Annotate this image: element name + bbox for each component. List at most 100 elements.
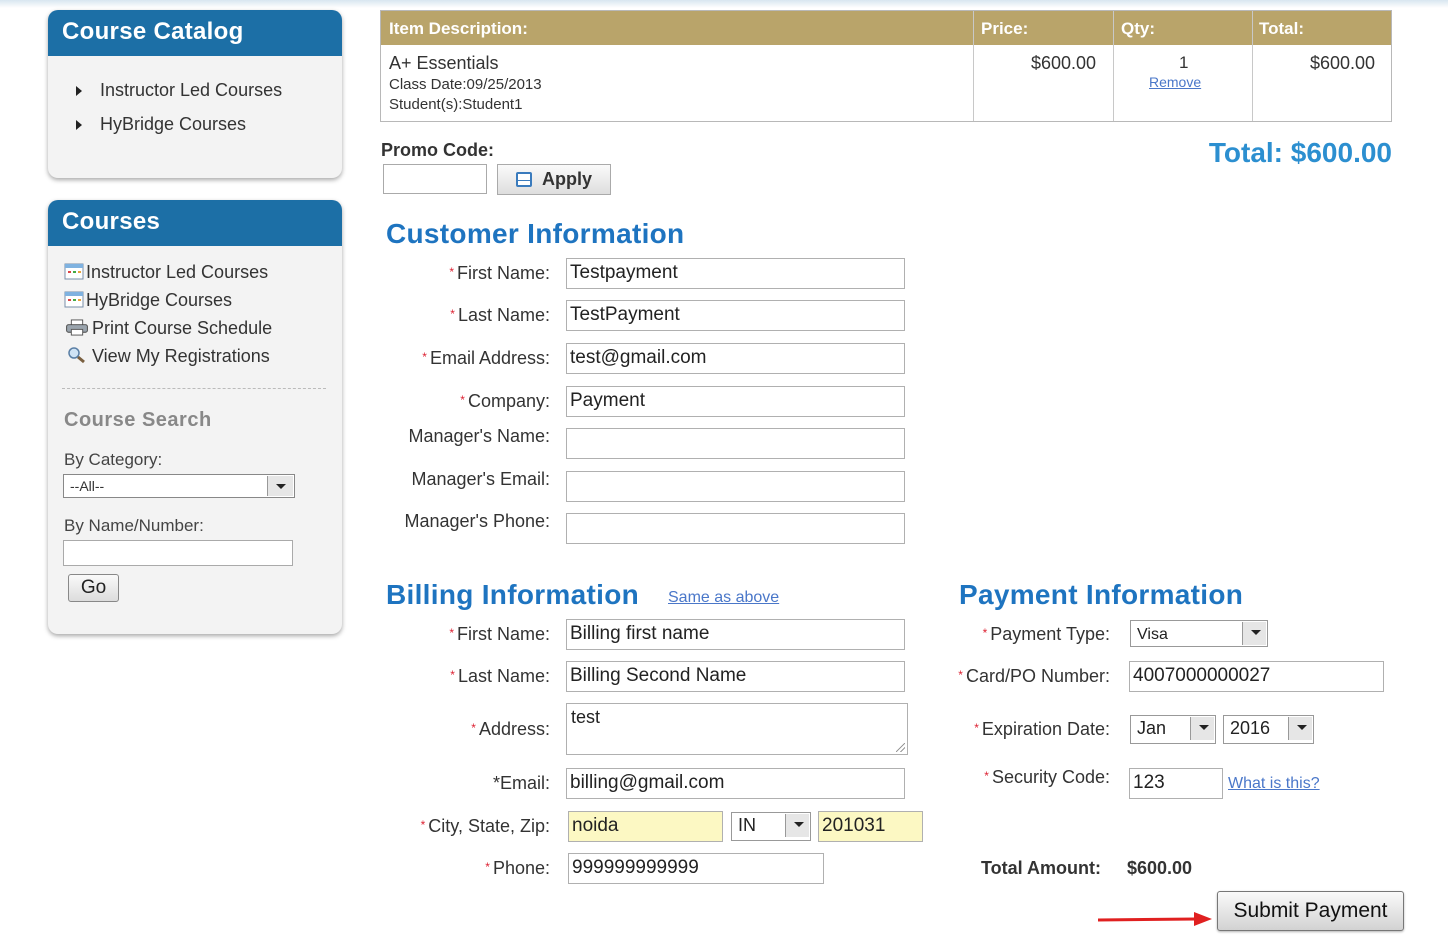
manager-name-input[interactable]	[566, 428, 905, 459]
chevron-down-icon[interactable]	[1190, 717, 1214, 740]
billing-state-select[interactable]: IN	[731, 812, 811, 841]
required-star: *	[450, 307, 455, 321]
promo-code-input[interactable]	[383, 164, 487, 194]
required-star: *	[460, 393, 465, 407]
customer-company-input[interactable]: Payment	[566, 386, 905, 417]
customer-first-name-label: * First Name:	[449, 263, 550, 284]
red-arrow-icon	[1098, 912, 1212, 926]
apply-button-label: Apply	[542, 169, 593, 189]
required-star: *	[982, 626, 988, 640]
card-number-label: * Card/PO Number:	[958, 666, 1110, 687]
required-star: *	[485, 860, 490, 874]
item-qty: 1	[1179, 53, 1189, 72]
manager-phone-input[interactable]	[566, 513, 905, 544]
billing-zip-input[interactable]: 201031	[818, 811, 923, 842]
promo-code-label: Promo Code:	[381, 140, 495, 160]
courses-link-print-schedule[interactable]: Print Course Schedule	[64, 318, 272, 339]
top-border	[0, 0, 1448, 8]
courses-link-label: Print Course Schedule	[92, 318, 273, 338]
remove-link[interactable]: Remove	[1149, 74, 1201, 90]
billing-phone-label: * Phone:	[485, 858, 550, 879]
customer-email-input[interactable]: test@gmail.com	[566, 343, 905, 374]
courses-link-hybridge[interactable]: HyBridge Courses	[64, 290, 232, 311]
required-star: *	[449, 265, 454, 279]
manager-email-input[interactable]	[566, 471, 905, 502]
customer-last-name-label: * Last Name:	[450, 305, 550, 326]
category-select[interactable]: --All--	[63, 474, 295, 498]
label-text: Card/PO Number:	[965, 666, 1110, 686]
chevron-down-icon[interactable]	[267, 476, 293, 496]
go-button[interactable]: Go	[68, 574, 119, 602]
courses-panel: Courses Instructor Led Courses HyBridge …	[48, 200, 342, 634]
courses-link-label: View My Registrations	[92, 346, 270, 366]
billing-email-label: *Email:	[492, 773, 550, 793]
col-header-total: Total:	[1259, 19, 1305, 38]
catalog-link-label: Instructor Led Courses	[100, 80, 283, 100]
label-text: Payment Type:	[990, 624, 1110, 644]
apply-button[interactable]: Apply	[497, 164, 611, 195]
cart-header-row: Item Description: Price: Qty: Total:	[381, 11, 1391, 45]
billing-email-input[interactable]: billing@gmail.com	[566, 768, 905, 799]
catalog-link-hybridge[interactable]: HyBridge Courses	[76, 114, 246, 135]
manager-phone-label: Manager's Phone:	[404, 511, 550, 531]
item-class-date: Class Date:09/25/2013	[389, 76, 542, 93]
billing-address-textarea[interactable]: test	[566, 703, 908, 755]
catalog-link-label: HyBridge Courses	[100, 114, 247, 134]
course-catalog-panel: Course Catalog Instructor Led Courses Hy…	[48, 10, 342, 178]
state-value: IN	[738, 815, 756, 835]
table-row: A+ Essentials Class Date:09/25/2013 Stud…	[381, 45, 1391, 123]
save-disk-icon	[516, 172, 532, 187]
courses-link-view-registrations[interactable]: View My Registrations	[64, 346, 270, 367]
billing-last-name-input[interactable]: Billing Second Name	[566, 661, 905, 692]
what-is-this-link[interactable]: What is this?	[1228, 775, 1320, 793]
label-text: First Name:	[456, 624, 550, 644]
required-star: *	[449, 626, 454, 640]
billing-last-name-label: * Last Name:	[450, 666, 550, 687]
required-star: *	[422, 350, 427, 364]
bullet-arrow-icon	[76, 86, 82, 97]
card-number-input[interactable]: 4007000000027	[1129, 661, 1384, 692]
customer-first-name-input[interactable]: Testpayment	[566, 258, 905, 289]
chevron-down-icon[interactable]	[1288, 717, 1312, 740]
payment-type-select[interactable]: Visa	[1130, 620, 1268, 647]
label-text: Email Address:	[429, 348, 550, 368]
course-catalog-title: Course Catalog	[48, 10, 342, 56]
resize-grip-icon[interactable]	[896, 743, 905, 752]
expiration-month-select[interactable]: Jan	[1130, 715, 1216, 744]
billing-first-name-input[interactable]: Billing first name	[566, 619, 905, 650]
item-total: $600.00	[1310, 53, 1376, 73]
billing-first-name-label: * First Name:	[449, 624, 550, 645]
customer-last-name-input[interactable]: TestPayment	[566, 300, 905, 331]
item-students: Student(s):Student1	[389, 96, 523, 113]
required-star: *	[471, 721, 476, 735]
billing-city-input[interactable]: noida	[568, 811, 723, 842]
label-text: Last Name:	[457, 666, 550, 686]
by-name-label: By Name/Number:	[64, 516, 204, 535]
same-as-above-link[interactable]: Same as above	[668, 589, 779, 607]
label-text: Phone:	[492, 858, 550, 878]
expiration-year-select[interactable]: 2016	[1223, 715, 1314, 744]
course-search-title: Course Search	[64, 409, 212, 431]
catalog-link-instructor-led[interactable]: Instructor Led Courses	[76, 80, 282, 101]
name-number-input[interactable]	[63, 540, 293, 566]
required-star: *	[974, 721, 979, 735]
courses-link-label: Instructor Led Courses	[86, 262, 269, 282]
calendar-icon	[64, 291, 84, 308]
address-text: test	[571, 707, 601, 727]
customer-info-heading: Customer Information	[386, 218, 685, 249]
billing-info-heading: Billing Information	[386, 579, 640, 610]
label-text: Last Name:	[457, 305, 550, 325]
courses-link-instructor-led[interactable]: Instructor Led Courses	[64, 262, 268, 283]
required-star: *	[984, 769, 989, 783]
calendar-icon	[64, 263, 84, 280]
billing-phone-input[interactable]: 999999999999	[568, 853, 824, 884]
security-code-input[interactable]: 123	[1129, 768, 1223, 799]
label-text: Address:	[478, 719, 550, 739]
label-text: Company:	[467, 391, 550, 411]
category-select-value: --All--	[70, 478, 105, 494]
courses-link-label: HyBridge Courses	[86, 290, 233, 310]
chevron-down-icon[interactable]	[785, 814, 809, 837]
chevron-down-icon[interactable]	[1242, 622, 1266, 645]
submit-payment-button[interactable]: Submit Payment	[1217, 891, 1404, 931]
label-text: City, State, Zip:	[428, 816, 550, 836]
